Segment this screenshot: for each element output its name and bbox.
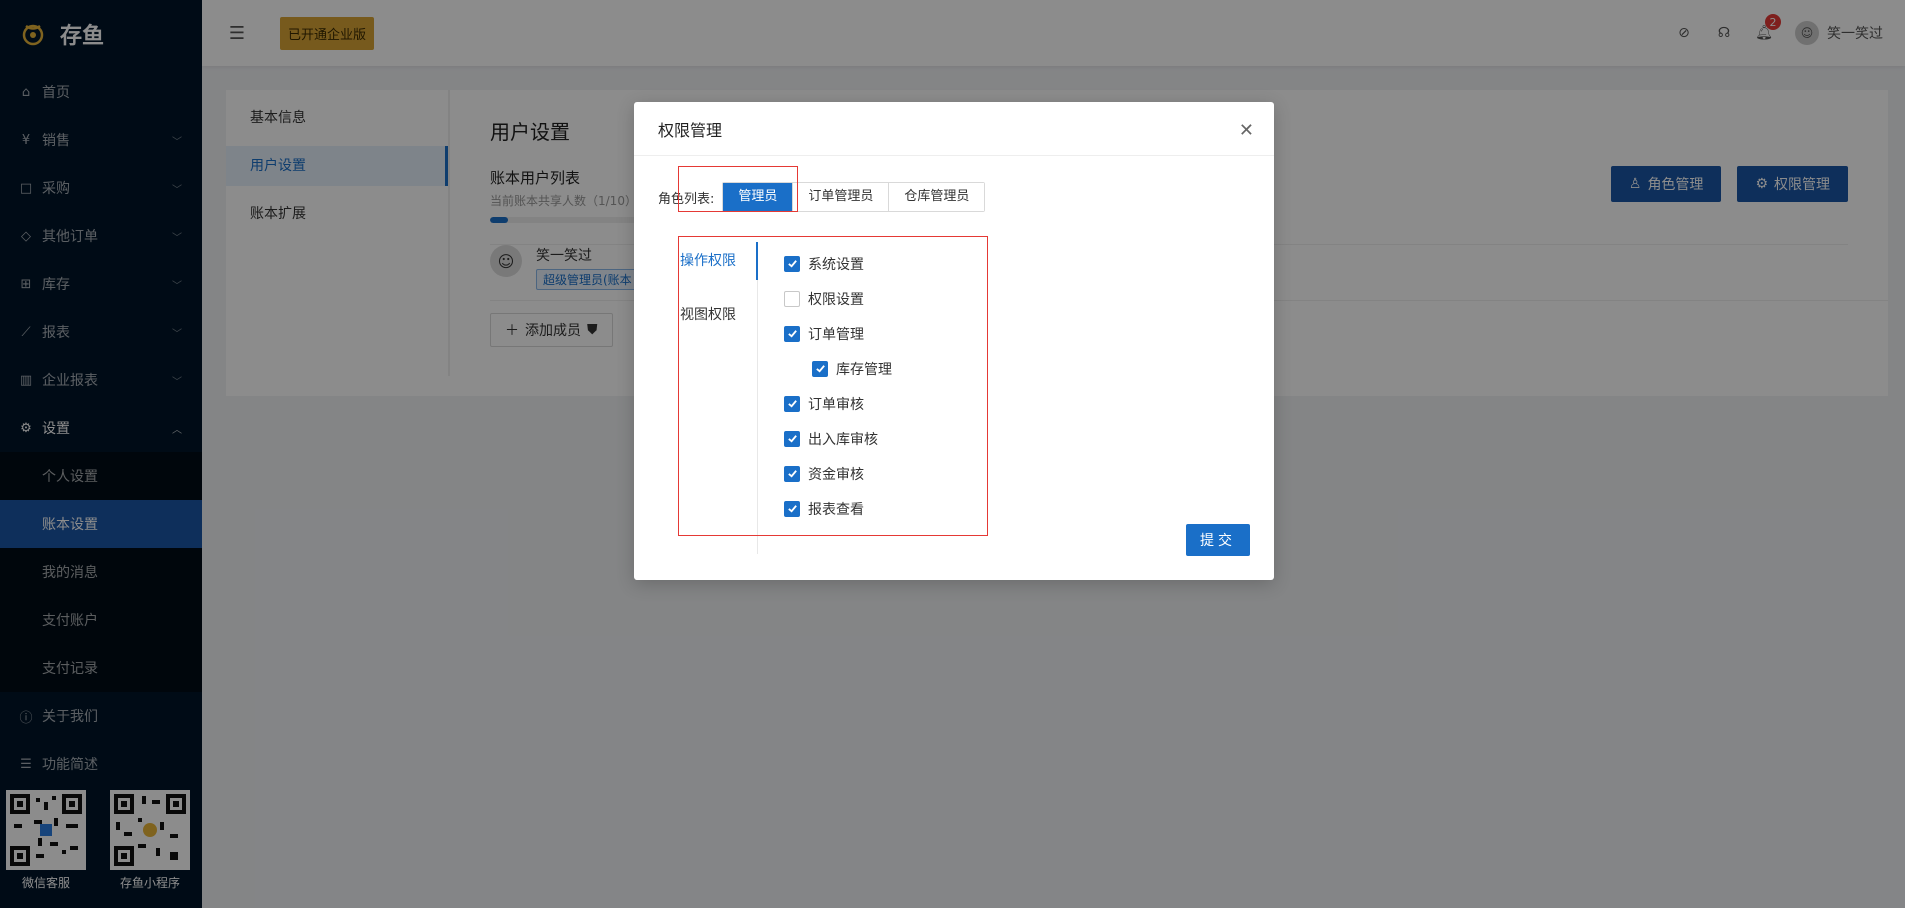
permission-label: 报表查看 xyxy=(808,501,864,518)
role-list-label: 角色列表: xyxy=(658,191,715,207)
permission-label: 权限设置 xyxy=(808,291,864,308)
role-selector: 角色列表: 管理员 订单管理员 仓库管理员 xyxy=(658,182,986,212)
permission-item[interactable]: 出入库审核 xyxy=(784,421,892,456)
checkbox-checked[interactable] xyxy=(784,255,800,272)
permission-label: 库存管理 xyxy=(836,361,892,378)
submit-button[interactable]: 提交 xyxy=(1186,524,1250,556)
permission-item[interactable]: 系统设置 xyxy=(784,246,892,281)
permission-label: 系统设置 xyxy=(808,256,864,273)
checkbox-checked[interactable] xyxy=(784,500,800,517)
role-tabs: 管理员 订单管理员 仓库管理员 xyxy=(722,182,986,212)
checkbox-checked[interactable] xyxy=(784,465,800,482)
modal-title: 权限管理 xyxy=(658,120,723,140)
permission-list: 系统设置权限设置订单管理库存管理订单审核出入库审核资金审核报表查看 xyxy=(784,246,892,526)
checkbox-checked[interactable] xyxy=(784,430,800,447)
permission-label: 订单审核 xyxy=(808,396,864,413)
role-tab-warehouse-admin[interactable]: 仓库管理员 xyxy=(889,183,985,211)
permission-tabs: 操作权限 视图权限 xyxy=(680,242,758,554)
permission-item[interactable]: 订单管理 xyxy=(784,316,892,351)
role-tab-order-admin[interactable]: 订单管理员 xyxy=(793,183,890,211)
checkbox-checked[interactable] xyxy=(784,395,800,412)
close-icon[interactable]: ✕ xyxy=(1239,120,1254,141)
permission-label: 资金审核 xyxy=(808,466,864,483)
permission-item[interactable]: 报表查看 xyxy=(784,491,892,526)
permission-label: 出入库审核 xyxy=(808,431,878,448)
permission-item[interactable]: 库存管理 xyxy=(784,351,892,386)
permission-modal: 权限管理 ✕ 角色列表: 管理员 订单管理员 仓库管理员 操作权限 视图权限 系… xyxy=(634,102,1274,580)
checkbox-checked[interactable] xyxy=(812,360,828,377)
checkbox-unchecked[interactable] xyxy=(784,290,800,307)
tab-view-permissions[interactable]: 视图权限 xyxy=(680,296,757,334)
checkbox-checked[interactable] xyxy=(784,325,800,342)
permission-item[interactable]: 资金审核 xyxy=(784,456,892,491)
tab-operation-permissions[interactable]: 操作权限 xyxy=(680,242,758,280)
permission-item[interactable]: 权限设置 xyxy=(784,281,892,316)
permission-label: 订单管理 xyxy=(808,326,864,343)
modal-header: 权限管理 ✕ xyxy=(634,102,1274,156)
permission-item[interactable]: 订单审核 xyxy=(784,386,892,421)
role-tab-admin[interactable]: 管理员 xyxy=(723,183,794,211)
